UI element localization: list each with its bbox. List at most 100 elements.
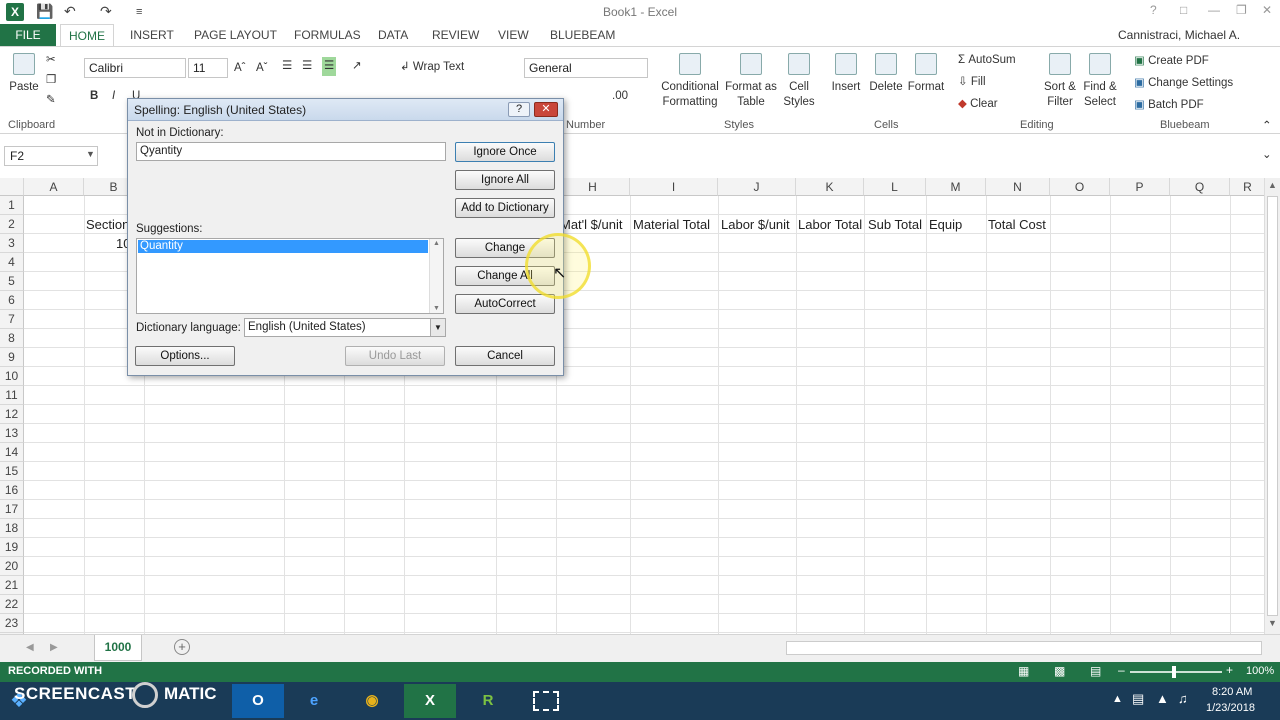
align-top-icon[interactable]: ☰: [282, 59, 292, 74]
italic-button[interactable]: I: [112, 89, 115, 104]
column-header-k[interactable]: K: [796, 178, 864, 196]
row-header-13[interactable]: 13: [0, 424, 24, 443]
column-header-l[interactable]: L: [864, 178, 926, 196]
row-header-22[interactable]: 22: [0, 595, 24, 614]
scroll-up-icon[interactable]: ▲: [433, 240, 440, 247]
cell-i2[interactable]: Material Total: [633, 215, 710, 234]
snipping-tool-taskbar-icon[interactable]: [520, 684, 572, 718]
scroll-thumb[interactable]: [1267, 196, 1278, 616]
cell-m2[interactable]: Equip: [929, 215, 962, 234]
tab-bluebeam[interactable]: BLUEBEAM: [550, 28, 615, 42]
grow-font-icon[interactable]: Aˆ: [234, 61, 246, 76]
tab-review[interactable]: REVIEW: [432, 28, 479, 42]
chrome-taskbar-icon[interactable]: ◉: [346, 684, 398, 718]
tab-formulas[interactable]: FORMULAS: [294, 28, 361, 42]
orientation-icon[interactable]: ↗: [352, 59, 362, 74]
chevron-down-icon[interactable]: ▼: [430, 319, 445, 336]
internet-explorer-taskbar-icon[interactable]: e: [288, 684, 340, 718]
copy-icon[interactable]: ❐: [46, 73, 56, 88]
tab-file[interactable]: FILE: [0, 24, 56, 46]
bluebeam-taskbar-icon[interactable]: R: [462, 684, 514, 718]
column-header-p[interactable]: P: [1110, 178, 1170, 196]
clock-date[interactable]: 1/23/2018: [1206, 702, 1255, 714]
row-header-19[interactable]: 19: [0, 538, 24, 557]
page-layout-view-icon[interactable]: ▩: [1054, 664, 1065, 678]
ribbon-display-icon[interactable]: □: [1180, 3, 1187, 17]
restore-icon[interactable]: ❐: [1236, 3, 1247, 17]
align-bottom-icon[interactable]: ☰: [322, 57, 337, 76]
suggestions-scrollbar[interactable]: ▲ ▼: [429, 239, 443, 313]
font-size-select[interactable]: 11: [188, 58, 228, 78]
number-format-select[interactable]: General: [524, 58, 648, 78]
zoom-in-icon[interactable]: +: [1226, 663, 1233, 677]
column-header-o[interactable]: O: [1050, 178, 1110, 196]
row-header-17[interactable]: 17: [0, 500, 24, 519]
row-header-11[interactable]: 11: [0, 386, 24, 405]
wrap-text-button[interactable]: ↲ Wrap Text: [400, 60, 464, 75]
close-icon[interactable]: ✕: [1262, 3, 1272, 17]
page-break-view-icon[interactable]: ▤: [1090, 664, 1101, 678]
cell-b2[interactable]: Section: [86, 215, 129, 234]
cell-n2[interactable]: Total Cost: [988, 215, 1046, 234]
autosum-button[interactable]: Σ AutoSum: [958, 53, 1016, 68]
row-header-14[interactable]: 14: [0, 443, 24, 462]
user-name[interactable]: Cannistraci, Michael A.: [1118, 28, 1240, 42]
vertical-scrollbar[interactable]: ▲ ▼: [1264, 178, 1280, 634]
column-header-a[interactable]: A: [24, 178, 84, 196]
zoom-level[interactable]: 100%: [1246, 665, 1274, 677]
tab-insert[interactable]: INSERT: [130, 28, 174, 42]
row-header-10[interactable]: 10: [0, 367, 24, 386]
wifi-icon[interactable]: ▲: [1156, 691, 1169, 706]
cancel-button[interactable]: Cancel: [455, 346, 555, 366]
row-header-12[interactable]: 12: [0, 405, 24, 424]
tab-page-layout[interactable]: PAGE LAYOUT: [194, 28, 277, 42]
zoom-slider[interactable]: [1130, 671, 1222, 673]
font-name-select[interactable]: Calibri: [84, 58, 186, 78]
row-header-1[interactable]: 1: [0, 196, 24, 215]
zoom-slider-thumb[interactable]: [1172, 666, 1176, 678]
add-to-dictionary-button[interactable]: Add to Dictionary: [455, 198, 555, 218]
row-header-20[interactable]: 20: [0, 557, 24, 576]
format-painter-icon[interactable]: ✎: [46, 93, 56, 108]
expand-formula-bar-icon[interactable]: ⌄: [1262, 148, 1272, 163]
row-header-15[interactable]: 15: [0, 462, 24, 481]
shrink-font-icon[interactable]: Aˇ: [256, 61, 268, 76]
select-all-corner[interactable]: [0, 178, 24, 196]
row-header-9[interactable]: 9: [0, 348, 24, 367]
outlook-taskbar-icon[interactable]: O: [232, 684, 284, 718]
row-header-16[interactable]: 16: [0, 481, 24, 500]
next-sheet-icon[interactable]: ▶: [50, 642, 58, 653]
sheet-tab-1000[interactable]: 1000: [94, 635, 142, 661]
sort-filter-button[interactable]: Sort & Filter: [1040, 53, 1080, 110]
column-header-n[interactable]: N: [986, 178, 1050, 196]
help-icon[interactable]: ?: [1150, 3, 1157, 17]
row-header-6[interactable]: 6: [0, 291, 24, 310]
autocorrect-button[interactable]: AutoCorrect: [455, 294, 555, 314]
row-header-23[interactable]: 23: [0, 614, 24, 633]
row-header-5[interactable]: 5: [0, 272, 24, 291]
undo-last-button[interactable]: Undo Last: [345, 346, 445, 366]
row-header-7[interactable]: 7: [0, 310, 24, 329]
dialog-title-bar[interactable]: Spelling: English (United States) ? ✕: [128, 99, 563, 121]
column-header-i[interactable]: I: [630, 178, 718, 196]
column-header-m[interactable]: M: [926, 178, 986, 196]
name-box[interactable]: F2: [4, 146, 98, 166]
zoom-out-icon[interactable]: –: [1118, 663, 1125, 677]
dictionary-language-select[interactable]: English (United States) ▼: [244, 318, 446, 337]
cell-h2[interactable]: Mat'l $/unit: [560, 215, 622, 234]
scroll-down-icon[interactable]: ▼: [433, 305, 440, 312]
fill-button[interactable]: ⇩ Fill: [958, 75, 986, 90]
cell-l2[interactable]: Sub Total: [868, 215, 922, 234]
excel-taskbar-icon[interactable]: X: [404, 684, 456, 718]
scroll-up-icon[interactable]: ▲: [1268, 180, 1277, 190]
paste-button[interactable]: Paste: [8, 53, 40, 95]
cell-styles-button[interactable]: Cell Styles: [778, 53, 820, 110]
conditional-formatting-button[interactable]: Conditional Formatting: [658, 53, 722, 110]
minimize-icon[interactable]: —: [1208, 3, 1220, 17]
column-header-q[interactable]: Q: [1170, 178, 1230, 196]
row-header-2[interactable]: 2: [0, 215, 24, 234]
cell-k2[interactable]: Labor Total: [798, 215, 862, 234]
ignore-once-button[interactable]: Ignore Once: [455, 142, 555, 162]
suggestions-list[interactable]: Quantity ▲ ▼: [136, 238, 444, 314]
dialog-close-icon[interactable]: ✕: [534, 102, 558, 117]
